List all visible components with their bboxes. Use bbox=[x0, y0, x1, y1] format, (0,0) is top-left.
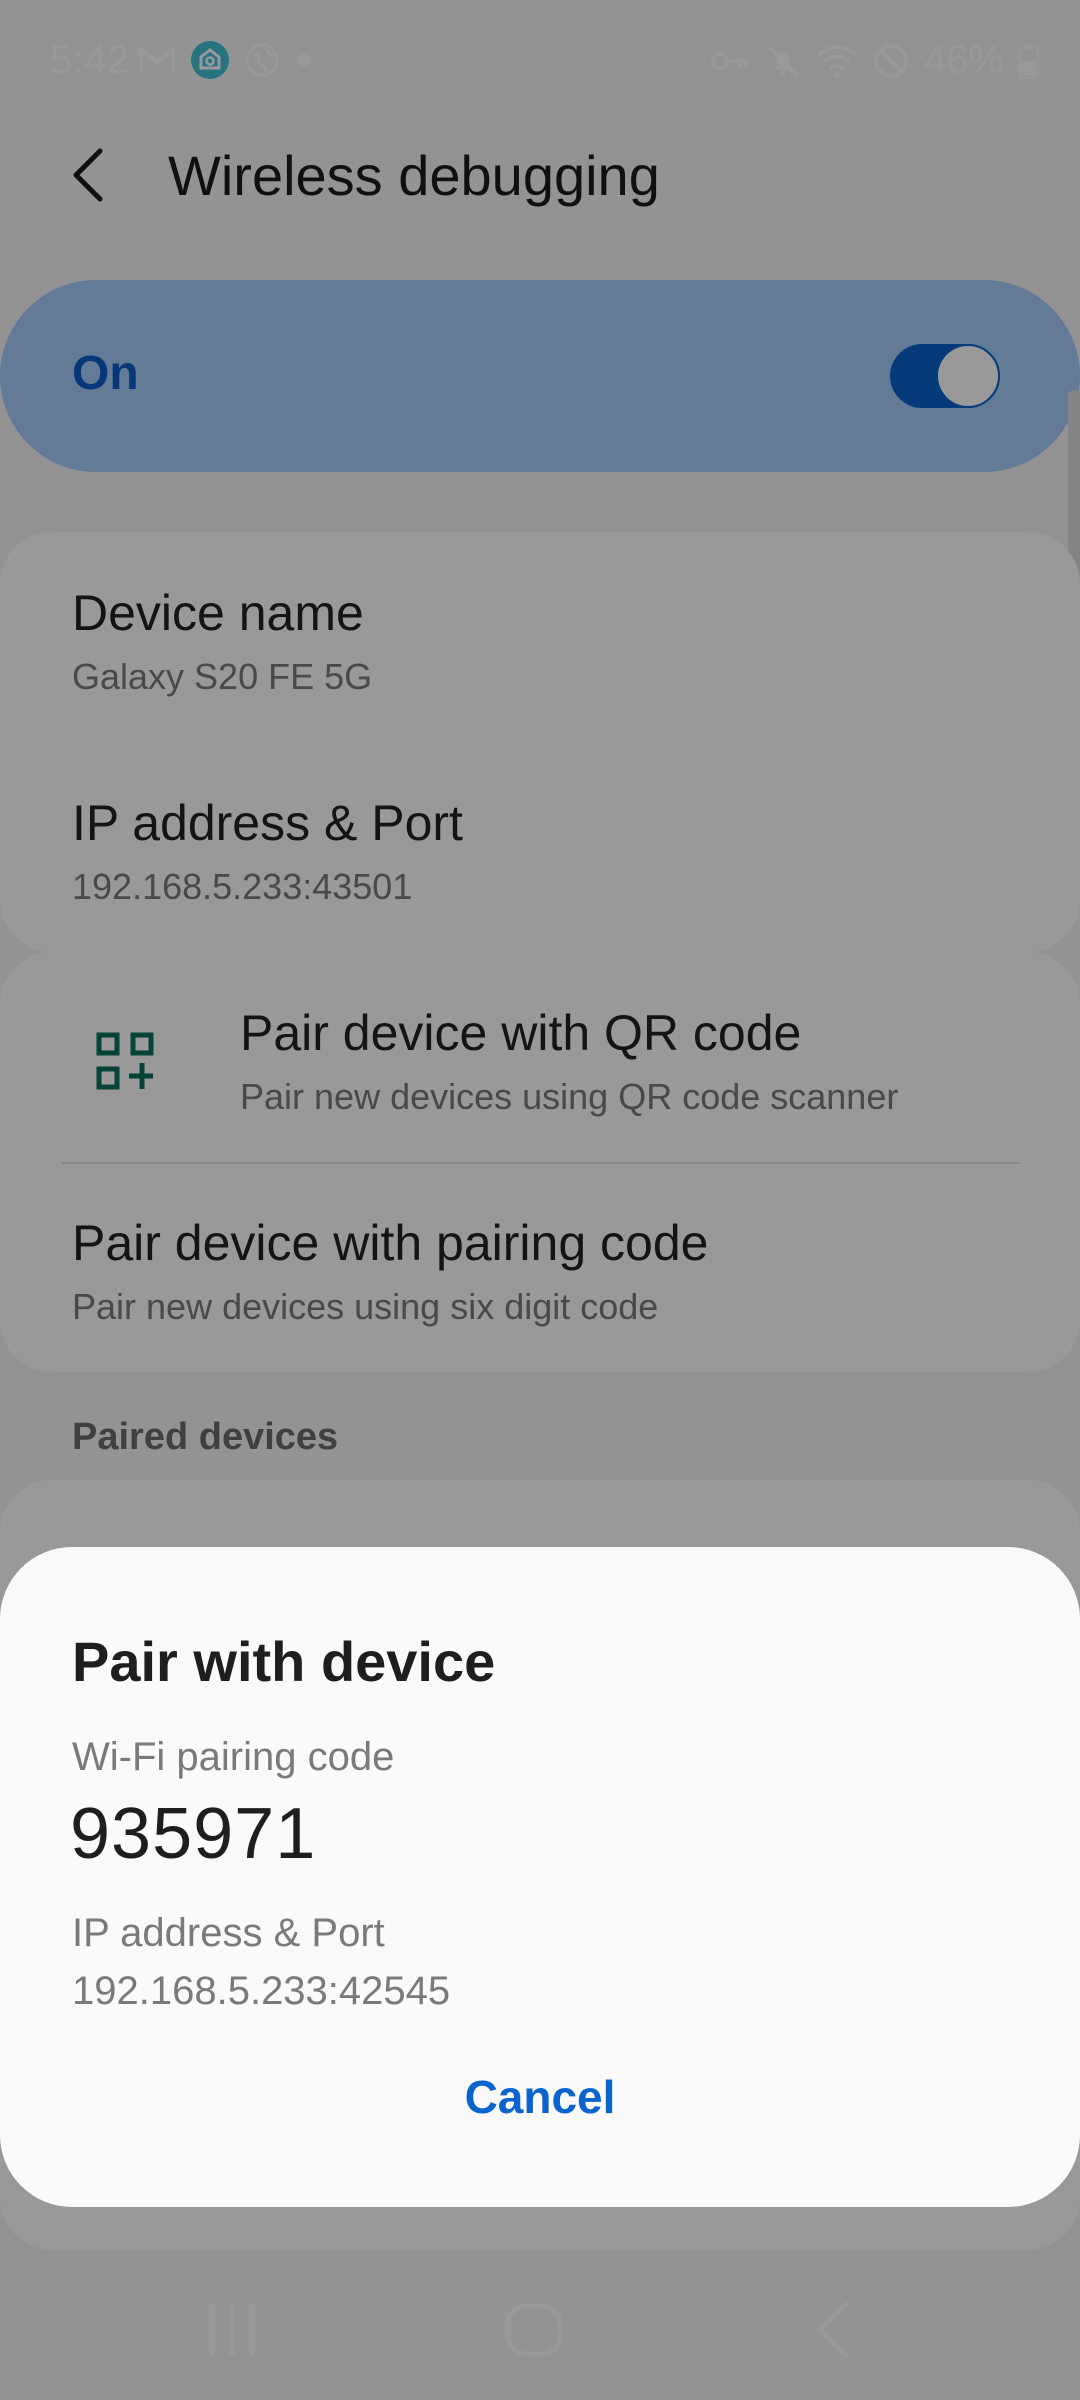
dialog-title: Pair with device bbox=[72, 1630, 496, 1693]
dialog-ip-port-label: IP address & Port bbox=[72, 1911, 385, 1955]
cancel-button[interactable]: Cancel bbox=[440, 2057, 640, 2137]
wifi-pairing-code-label: Wi-Fi pairing code bbox=[72, 1735, 395, 1779]
dialog-ip-port-value: 192.168.5.233:42545 bbox=[72, 1969, 451, 2013]
pair-with-device-dialog: Pair with device Wi-Fi pairing code 9359… bbox=[0, 1547, 1080, 2207]
wifi-pairing-code-value: 935971 bbox=[70, 1794, 317, 1874]
